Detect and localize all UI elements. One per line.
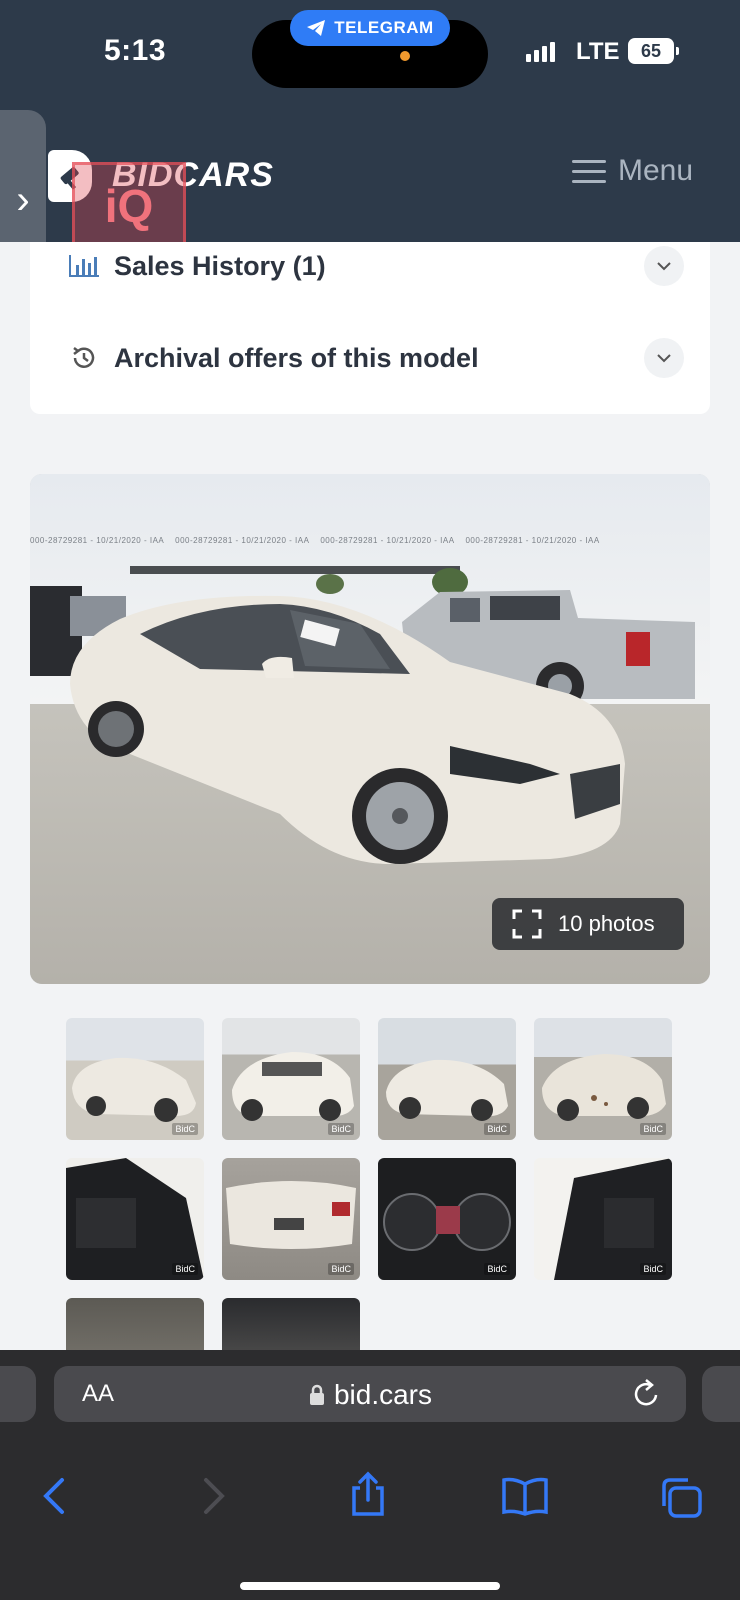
- thumbnail-grid: BidC BidC BidC BidC BidC BidC BidC BidC: [66, 1018, 676, 1350]
- reload-button[interactable]: [632, 1377, 662, 1414]
- thumbnail-watermark: BidC: [484, 1263, 510, 1275]
- recording-indicator-icon: [400, 51, 410, 61]
- chevron-right-icon: ›: [16, 177, 30, 222]
- photos-count-label: 10 photos: [558, 911, 655, 936]
- reload-icon: [634, 1379, 658, 1406]
- back-button[interactable]: [42, 1476, 68, 1521]
- tabs-button[interactable]: [658, 1476, 704, 1525]
- address-bar[interactable]: AA bid.cars: [54, 1366, 686, 1422]
- thumbnail-photo[interactable]: BidC: [534, 1158, 672, 1280]
- share-icon: [352, 1471, 384, 1516]
- menu-button[interactable]: Menu: [572, 154, 693, 188]
- thumbnail-watermark: BidC: [172, 1123, 198, 1135]
- share-button[interactable]: [348, 1470, 388, 1523]
- status-time: 5:13: [104, 34, 167, 67]
- thumbnail-watermark: BidC: [484, 1123, 510, 1135]
- thumbnail-photo[interactable]: BidC: [222, 1158, 360, 1280]
- url-text: bid.cars: [333, 1379, 433, 1410]
- thumbnail-photo[interactable]: [222, 1298, 360, 1350]
- page-content: Sales History (1) Archival offers of thi…: [0, 242, 740, 1350]
- fullscreen-icon: [512, 909, 542, 939]
- back-arrow-icon: [43, 1478, 64, 1514]
- accordion-label: Sales History (1): [114, 250, 326, 281]
- thumbnail-watermark: BidC: [640, 1263, 666, 1275]
- watermark-logo: iQ: [72, 162, 186, 250]
- accordion-label: Archival offers of this model: [114, 342, 479, 373]
- chevron-down-icon[interactable]: [644, 246, 684, 286]
- lock-icon: [309, 1384, 324, 1405]
- book-icon: [502, 1477, 548, 1516]
- forward-button[interactable]: [200, 1476, 226, 1521]
- thumbnail-photo[interactable]: BidC: [66, 1158, 204, 1280]
- main-car-photo[interactable]: 000-28729281 - 10/21/2020 - IAA 000-2872…: [30, 474, 710, 984]
- site-header: BIDCARS Menu iQ: [0, 110, 740, 250]
- hamburger-icon: [572, 159, 606, 183]
- bar-chart-icon: [64, 253, 104, 279]
- chevron-down-icon[interactable]: [644, 338, 684, 378]
- home-indicator: [240, 1582, 500, 1590]
- url-display[interactable]: bid.cars: [54, 1379, 686, 1411]
- thumbnail-watermark: BidC: [172, 1263, 198, 1275]
- tabs-icon: [662, 1478, 702, 1518]
- history-icon: [64, 344, 104, 372]
- thumbnail-photo[interactable]: [66, 1298, 204, 1350]
- thumbnail-photo[interactable]: BidC: [378, 1158, 516, 1280]
- browser-chrome: AA bid.cars: [0, 1350, 740, 1600]
- telegram-plane-icon: [307, 20, 326, 36]
- telegram-label: TELEGRAM: [334, 18, 434, 37]
- status-bar: 5:13 TELEGRAM LTE 65: [0, 0, 740, 110]
- thumbnail-watermark: BidC: [328, 1123, 354, 1135]
- forward-arrow-icon: [204, 1478, 225, 1514]
- bookmarks-button[interactable]: [500, 1476, 550, 1521]
- view-all-photos-button[interactable]: 10 photos: [492, 898, 684, 950]
- battery-icon: 65: [628, 38, 679, 64]
- cellular-signal-icon: [526, 42, 555, 62]
- thumbnail-photo[interactable]: BidC: [534, 1018, 672, 1140]
- next-tab-preview[interactable]: [702, 1366, 740, 1422]
- previous-tab-preview[interactable]: [0, 1366, 36, 1422]
- telegram-return-pill[interactable]: TELEGRAM: [290, 10, 450, 46]
- menu-label: Menu: [618, 154, 694, 187]
- thumbnail-photo[interactable]: BidC: [378, 1018, 516, 1140]
- thumbnail-photo[interactable]: BidC: [66, 1018, 204, 1140]
- network-type: LTE: [576, 38, 620, 65]
- info-accordion: Sales History (1) Archival offers of thi…: [30, 242, 710, 414]
- thumbnail-photo[interactable]: BidC: [222, 1018, 360, 1140]
- accordion-sales-history[interactable]: Sales History (1): [30, 242, 710, 304]
- thumbnail-watermark: BidC: [640, 1123, 666, 1135]
- battery-level: 65: [640, 40, 662, 61]
- thumbnail-watermark: BidC: [328, 1263, 354, 1275]
- accordion-archival-offers[interactable]: Archival offers of this model: [30, 320, 710, 396]
